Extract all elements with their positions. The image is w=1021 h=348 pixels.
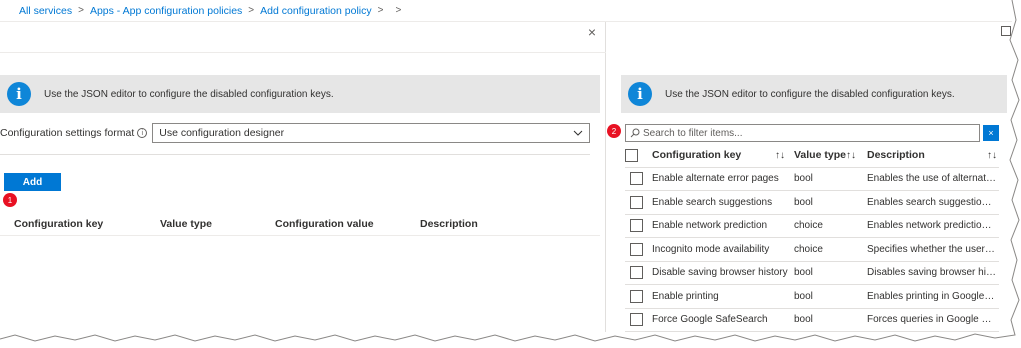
table-body: Enable alternate error pages bool Enables … [625,168,999,332]
step-badge-2: 2 [607,124,621,138]
breadcrumb-separator: > [377,5,384,16]
row-value-type: bool [794,196,813,208]
configuration-keys-pane: i Use the JSON editor to configure the d… [607,22,1012,338]
sort-icon[interactable]: ↑↓ [987,150,997,161]
row-configuration-key: Force Google SafeSearch [652,314,768,326]
table-row[interactable]: Enable network prediction choice Enables n… [625,215,999,238]
maximize-icon[interactable] [1001,26,1011,36]
section-divider [0,154,590,155]
add-button[interactable]: Add [4,173,61,191]
column-header-description: Description [420,217,478,230]
row-value-type: bool [794,314,813,326]
row-checkbox[interactable] [630,289,643,303]
breadcrumb-separator: > [395,5,402,16]
help-icon[interactable]: i [137,128,148,138]
table-row[interactable]: Disable saving browser history bool Disabl… [625,262,999,285]
table-row[interactable]: Enable search suggestions bool Enables sea… [625,191,999,215]
chevron-down-icon [573,130,583,136]
column-header-configuration-value: Configuration value [275,217,374,230]
row-description: Enables search suggestions in ... [867,196,996,208]
row-description: Specifies whether the user ma... [867,243,996,255]
info-banner: i Use the JSON editor to configure the d… [0,75,600,113]
row-checkbox[interactable] [630,195,643,209]
row-value-type: bool [794,267,813,279]
close-icon[interactable]: × [585,25,599,39]
sort-icon[interactable]: ↑↓ [846,150,856,161]
row-checkbox[interactable] [630,313,643,327]
search-icon [630,128,640,138]
row-configuration-key: Enable search suggestions [652,196,773,208]
row-description: Disables saving browser histor... [867,267,996,279]
breadcrumb: All services > Apps - App configuration … [0,0,1012,22]
row-checkbox[interactable] [630,266,643,280]
table-header-row: Configuration key ↑↓ Value type ↑↓ Descr… [625,144,999,168]
table-row[interactable]: Incognito mode availability choice Specifi… [625,238,999,262]
row-configuration-key: Enable network prediction [652,220,768,232]
row-description: Enables printing in Google Chr... [867,290,996,302]
configuration-designer-pane: × i Use the JSON editor to configure the… [0,22,606,332]
header-divider [0,52,606,53]
breadcrumb-app-configuration-policies[interactable]: Apps - App configuration policies [90,5,242,17]
search-row: Search to filter items... × [625,124,999,142]
row-configuration-key: Disable saving browser history [652,267,788,279]
row-value-type: choice [794,220,823,232]
row-value-type: bool [794,290,813,302]
row-value-type: bool [794,173,813,185]
row-configuration-key: Incognito mode availability [652,243,770,255]
breadcrumb-separator: > [248,5,255,16]
info-icon: i [7,82,31,106]
breadcrumb-all-services[interactable]: All services [19,5,72,17]
row-checkbox[interactable] [630,219,643,233]
breadcrumb-separator: > [78,5,84,16]
row-checkbox[interactable] [630,172,643,186]
column-header-value-type: Value type [160,217,212,230]
settings-format-dropdown[interactable]: Use configuration designer [152,123,590,143]
table-row[interactable]: Enable alternate error pages bool Enables … [625,168,999,191]
table-row[interactable]: Enable printing bool Enables printing in G… [625,285,999,309]
configuration-table-header: Configuration key Value type Configurati… [0,212,600,236]
configuration-keys-table: Configuration key ↑↓ Value type ↑↓ Descr… [625,144,999,332]
settings-format-selected: Use configuration designer [159,127,285,139]
info-icon: i [628,82,652,106]
row-description: Enables network prediction in ... [867,220,996,232]
row-checkbox[interactable] [630,242,643,256]
column-header-configuration-key: Configuration key [14,217,104,230]
clear-search-button[interactable]: × [983,125,999,141]
row-description: Enables the use of alternate er... [867,173,996,185]
info-banner: i Use the JSON editor to configure the d… [621,75,1007,113]
step-badge-1: 1 [3,193,17,207]
row-configuration-key: Enable printing [652,290,719,302]
search-input[interactable]: Search to filter items... [625,124,980,142]
column-header-description[interactable]: Description [867,149,996,161]
table-row[interactable]: Force Google SafeSearch bool Forces querie… [625,309,999,332]
info-banner-text: Use the JSON editor to configure the dis… [665,88,955,100]
row-configuration-key: Enable alternate error pages [652,173,779,185]
row-description: Forces queries in Google Web ... [867,314,996,326]
settings-format-row: Configuration settings format i Use conf… [0,122,590,144]
column-header-configuration-key[interactable]: Configuration key [652,149,788,161]
search-placeholder: Search to filter items... [643,127,743,139]
row-value-type: choice [794,243,823,255]
breadcrumb-add-configuration-policy[interactable]: Add configuration policy [260,5,372,17]
sort-icon[interactable]: ↑↓ [775,150,785,161]
settings-format-label: Configuration settings format [0,127,135,139]
info-banner-text: Use the JSON editor to configure the dis… [44,88,334,100]
select-all-checkbox[interactable] [625,148,638,162]
